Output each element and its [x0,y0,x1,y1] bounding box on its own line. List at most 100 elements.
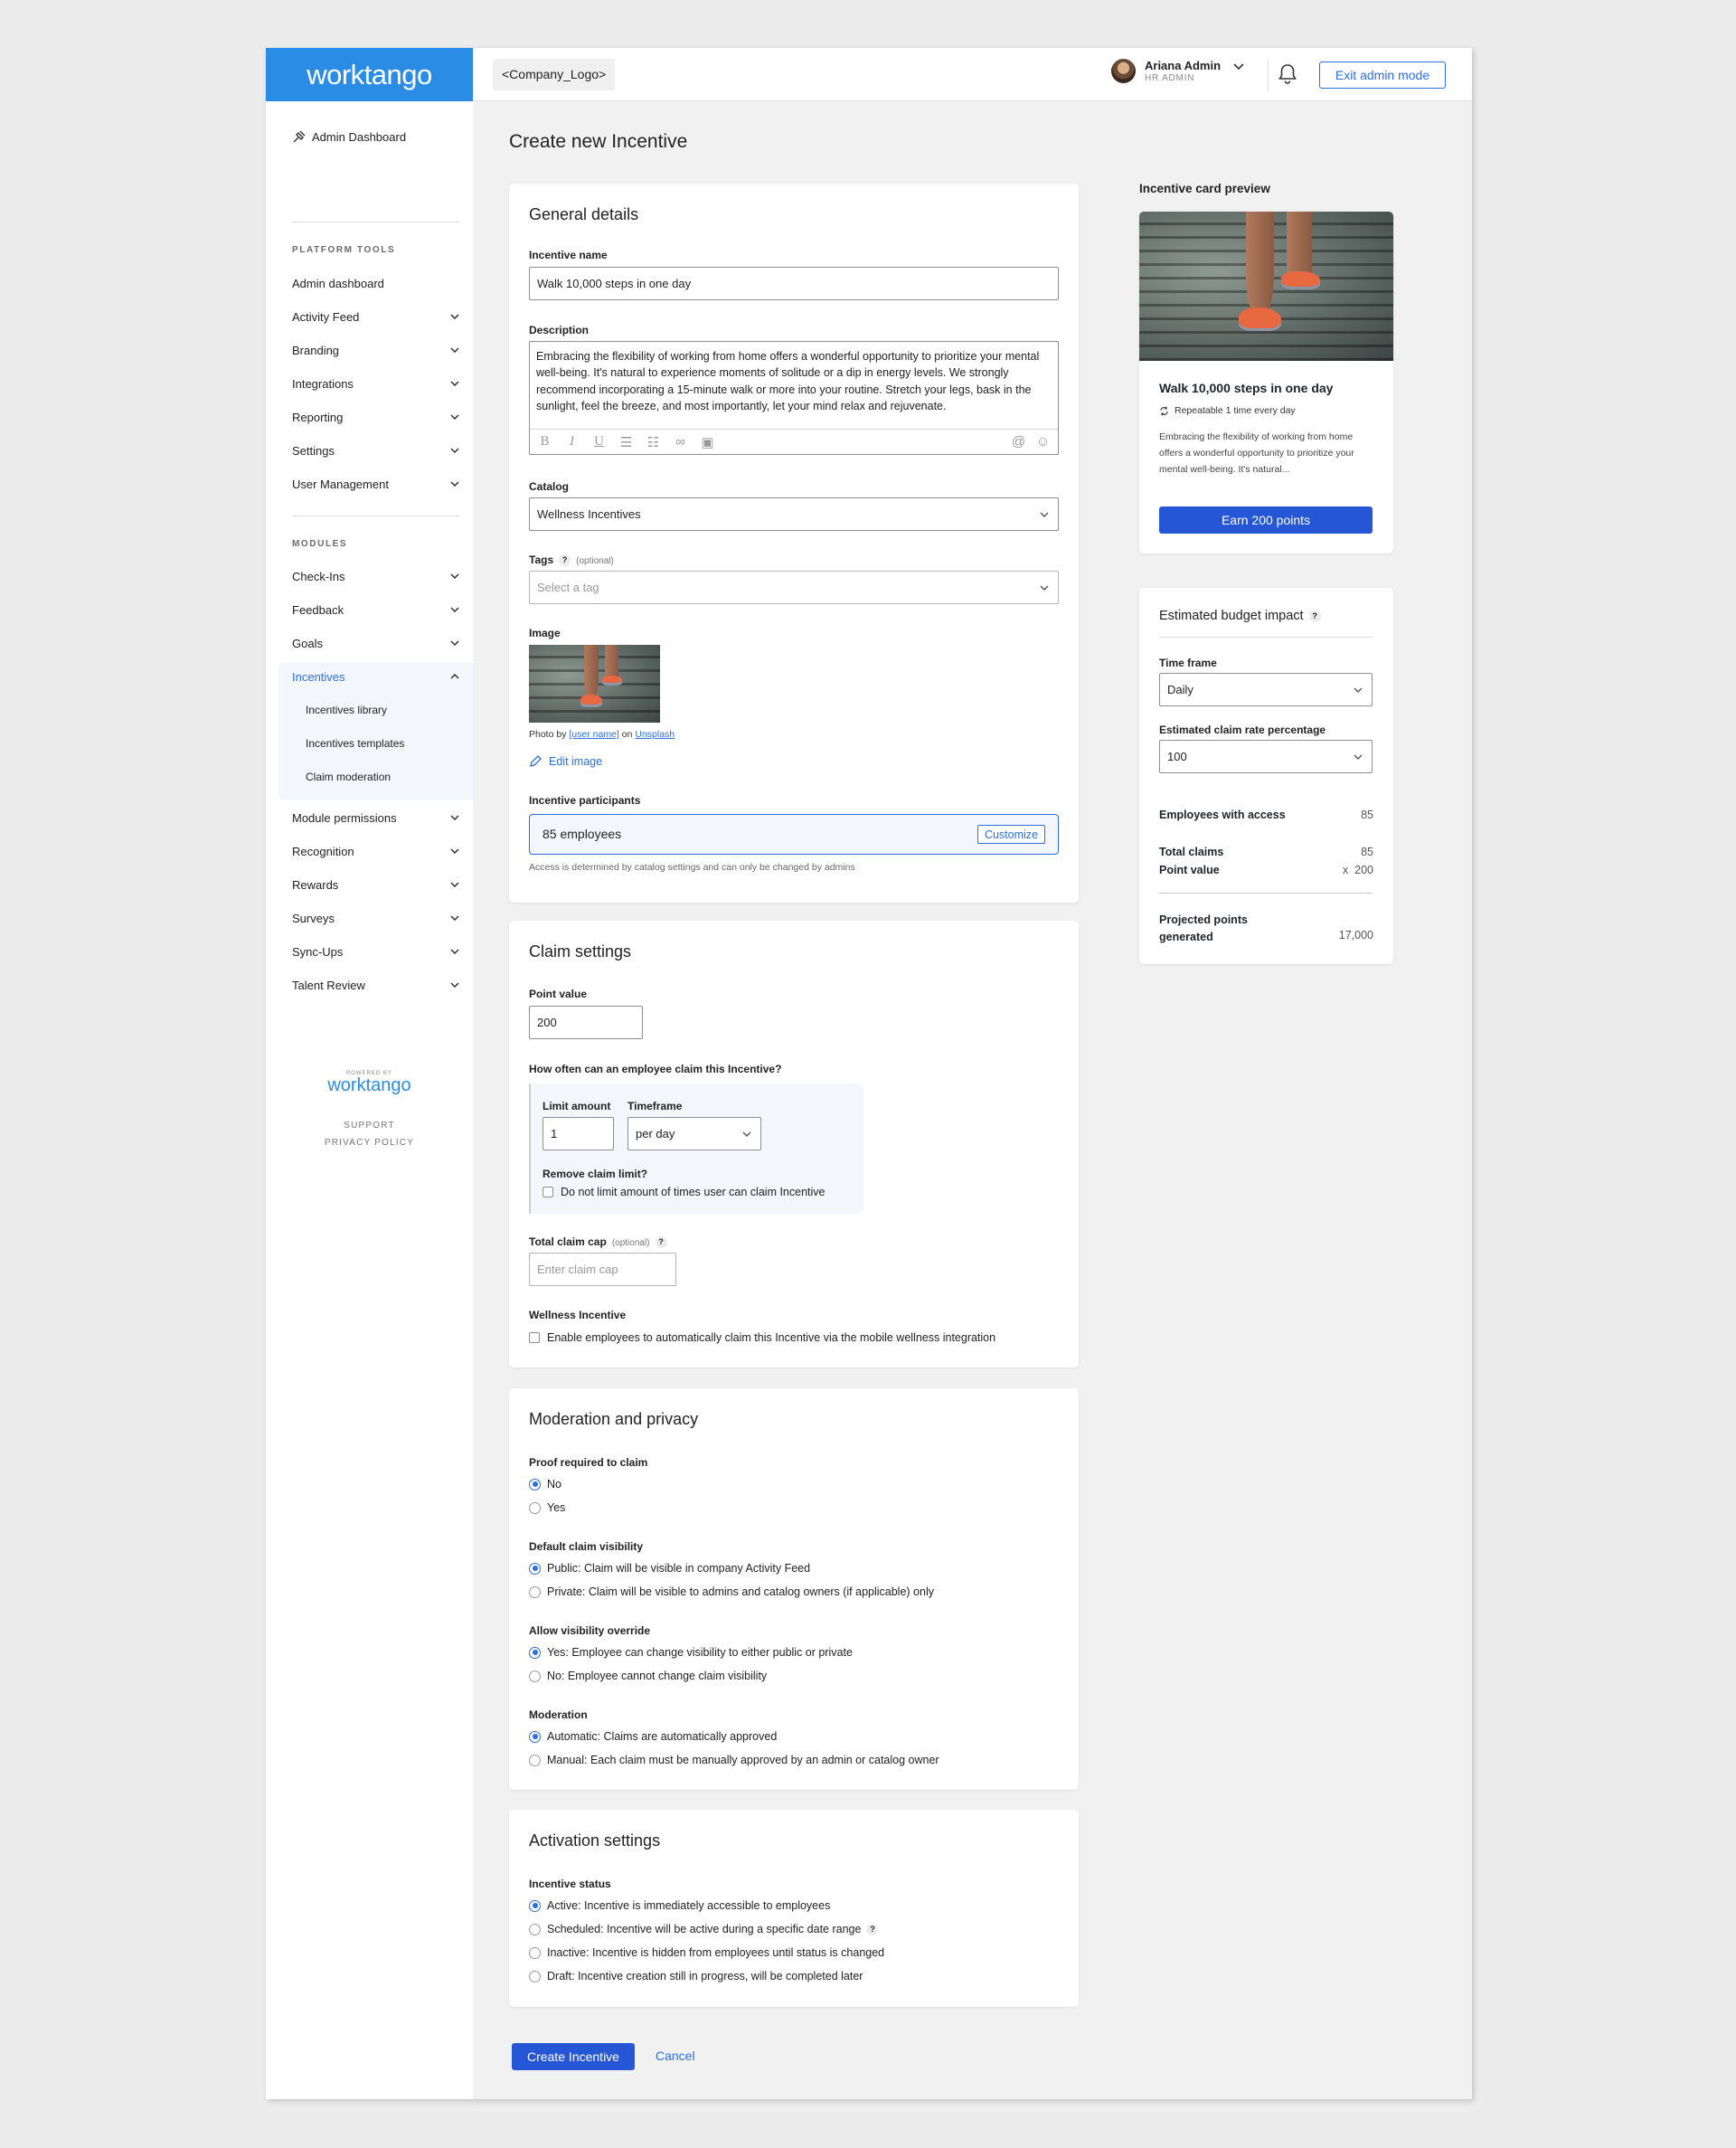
customize-button[interactable]: Customize [976,825,1045,844]
sidebar-item-module-permissions[interactable]: Module permissions [292,809,459,827]
worktango-logo[interactable]: worktango [266,48,473,101]
tags-label: Tags? (optional) [529,554,614,566]
underline-icon[interactable]: U [591,434,607,449]
visibility-public-radio[interactable]: Public: Claim will be visible in company… [529,1562,810,1575]
chevron-down-icon [450,347,459,353]
sidebar-item-integrations[interactable]: Integrations [292,374,459,393]
proof-label: Proof required to claim [529,1456,648,1469]
tags-select[interactable]: Select a tag [529,571,1059,604]
moderation-manual-radio[interactable]: Manual: Each claim must be manually appr… [529,1754,939,1766]
sidebar-item-branding[interactable]: Branding [292,341,459,359]
sidebar-item-admin-dashboard[interactable]: Admin dashboard [292,274,459,292]
timeframe-select[interactable]: per day [627,1117,761,1150]
privacy-policy-link[interactable]: PRIVACY POLICY [266,1138,473,1148]
sidebar-item-goals[interactable]: Goals [292,634,459,652]
edit-image-button[interactable]: Edit image [529,755,602,768]
unsplash-link[interactable]: Unsplash [635,729,675,740]
claim-limit-group: Limit amount 1 Timeframe per day Remove … [529,1083,863,1214]
visibility-label: Default claim visibility [529,1540,644,1553]
timeframe-value: per day [636,1127,675,1140]
sidebar-item-rewards[interactable]: Rewards [292,875,459,894]
timeframe-label: Timeframe [627,1100,683,1112]
override-yes-radio[interactable]: Yes: Employee can change visibility to e… [529,1646,853,1659]
photo-credit: Photo by [user name] on Unsplash [529,729,675,740]
platform-tools-heading: PLATFORM TOOLS [292,245,396,255]
proof-yes-radio[interactable]: Yes [529,1501,565,1514]
status-draft-radio[interactable]: Draft: Incentive creation still in progr… [529,1970,863,1982]
italic-icon[interactable]: I [564,434,580,449]
cancel-link[interactable]: Cancel [656,2049,695,2063]
catalog-value: Wellness Incentives [537,507,641,521]
bell-icon[interactable] [1278,63,1297,85]
claim-cap-input[interactable]: Enter claim cap [529,1253,676,1286]
moderation-automatic-radio[interactable]: Automatic: Claims are automatically appr… [529,1730,777,1743]
status-active-radio[interactable]: Active: Incentive is immediately accessi… [529,1899,830,1912]
incentive-preview-card: Walk 10,000 steps in one day Repeatable … [1139,212,1393,554]
sidebar-item-incentives[interactable]: Incentives [292,667,459,686]
participants-value: 85 employees [542,827,622,841]
sidebar-item-user-management[interactable]: User Management [292,475,459,493]
chevron-down-icon[interactable] [1233,62,1244,71]
description-editor[interactable]: Embracing the flexibility of working fro… [529,341,1059,455]
participants-label: Incentive participants [529,794,641,807]
sidebar-item-reporting[interactable]: Reporting [292,408,459,426]
catalog-select[interactable]: Wellness Incentives [529,497,1059,531]
sidebar-item-sync-ups[interactable]: Sync-Ups [292,942,459,960]
employees-with-access-row: Employees with access 85 [1159,809,1373,821]
link-icon[interactable]: ∞ [673,434,688,449]
bold-icon[interactable]: B [537,434,552,449]
support-link[interactable]: SUPPORT [266,1121,473,1131]
checkbox[interactable] [542,1187,553,1197]
create-incentive-button[interactable]: Create Incentive [512,2043,635,2070]
point-value-input[interactable]: 200 [529,1006,643,1039]
chevron-down-icon [450,982,459,988]
chevron-down-icon [1354,687,1363,693]
sidebar: Admin Dashboard PLATFORM TOOLS Admin das… [266,101,473,2099]
budget-timeframe-select[interactable]: Daily [1159,673,1373,706]
user-menu[interactable]: Ariana Admin HR ADMIN [1111,59,1244,83]
sidebar-item-surveys[interactable]: Surveys [292,909,459,927]
status-inactive-radio[interactable]: Inactive: Incentive is hidden from emplo… [529,1946,884,1959]
admin-dashboard-link[interactable]: Admin Dashboard [292,130,406,144]
bullet-list-icon[interactable]: ☰ [618,434,634,450]
sidebar-item-settings[interactable]: Settings [292,441,459,459]
sidebar-item-incentives-library[interactable]: Incentives library [306,701,387,719]
admin-dashboard-label: Admin Dashboard [312,130,407,144]
user-role: HR ADMIN [1145,73,1195,83]
sidebar-item-talent-review[interactable]: Talent Review [292,976,459,994]
claim-frequency-label: How often can an employee claim this Inc… [529,1063,782,1075]
help-icon[interactable]: ? [1308,610,1321,622]
preview-repeat: Repeatable 1 time every day [1159,405,1296,416]
sidebar-item-feedback[interactable]: Feedback [292,601,459,619]
incentive-image[interactable] [529,645,660,723]
numbered-list-icon[interactable]: ☷ [646,434,661,450]
wellness-label: Wellness Incentive [529,1309,627,1321]
sidebar-item-activity-feed[interactable]: Activity Feed [292,308,459,326]
help-icon[interactable]: ? [559,554,571,566]
sidebar-item-claim-moderation[interactable]: Claim moderation [306,768,391,786]
override-no-radio[interactable]: No: Employee cannot change claim visibil… [529,1670,767,1682]
point-value-label: Point value [529,988,588,1000]
incentive-name-input[interactable]: Walk 10,000 steps in one day [529,267,1059,300]
participants-note: Access is determined by catalog settings… [529,862,855,873]
description-text[interactable]: Embracing the flexibility of working fro… [536,348,1051,414]
status-scheduled-radio[interactable]: Scheduled: Incentive will be active duri… [529,1923,879,1935]
proof-no-radio[interactable]: No [529,1478,561,1490]
sidebar-item-check-ins[interactable]: Check-Ins [292,567,459,585]
exit-admin-mode-button[interactable]: Exit admin mode [1319,62,1446,89]
mention-icon[interactable]: @ [1011,434,1026,449]
help-icon[interactable]: ? [866,1923,879,1935]
visibility-private-radio[interactable]: Private: Claim will be visible to admins… [529,1585,934,1598]
photo-user-link[interactable]: [user name] [569,729,618,740]
claim-rate-select[interactable]: 100 [1159,740,1373,773]
help-icon[interactable]: ? [655,1235,667,1248]
limit-amount-input[interactable]: 1 [542,1117,614,1150]
earn-points-button[interactable]: Earn 200 points [1159,506,1373,534]
emoji-icon[interactable]: ☺ [1035,434,1051,449]
no-limit-checkbox[interactable]: Do not limit amount of times user can cl… [542,1186,825,1198]
checkbox[interactable] [529,1332,540,1343]
image-icon[interactable]: ▣ [700,434,715,450]
sidebar-item-recognition[interactable]: Recognition [292,842,459,860]
wellness-checkbox[interactable]: Enable employees to automatically claim … [529,1331,995,1344]
sidebar-item-incentives-templates[interactable]: Incentives templates [306,734,404,752]
